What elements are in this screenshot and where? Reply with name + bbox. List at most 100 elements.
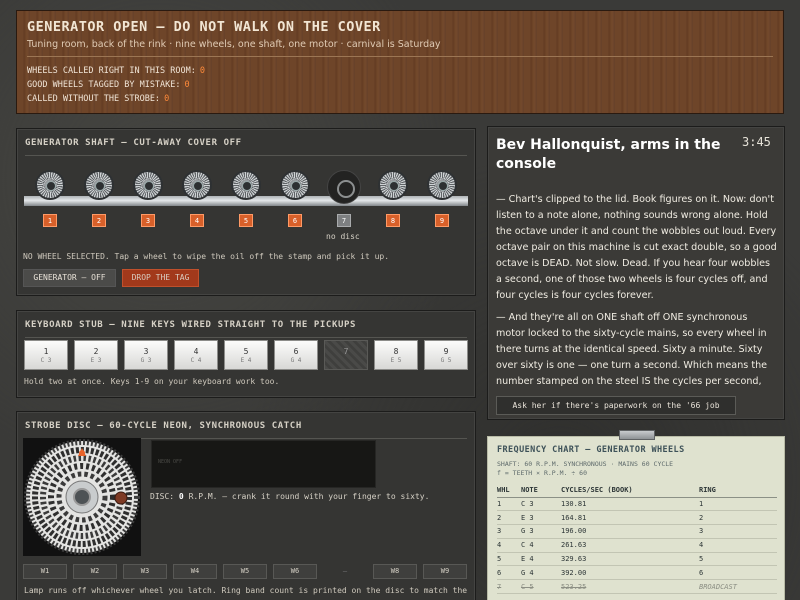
stat-value: 0 <box>184 80 190 90</box>
latch-wheel-7-empty: — <box>342 567 348 575</box>
key-number: 6 <box>293 347 299 356</box>
tone-wheel-5[interactable] <box>231 170 261 200</box>
cell: 164.81 <box>561 510 699 526</box>
cell: 130.81 <box>561 497 699 512</box>
tone-wheel-1[interactable] <box>35 170 65 200</box>
table-row: 5E 4 329.63 5 <box>497 552 777 567</box>
header-panel: GENERATOR OPEN — DO NOT WALK ON THE COVE… <box>16 10 784 114</box>
column-header: CYCLES/SEC (BOOK) <box>561 483 699 498</box>
cell: 329.63 <box>561 552 699 567</box>
key-note: C 4 <box>190 357 202 364</box>
key-number: 3 <box>143 347 149 356</box>
tone-wheel-4[interactable] <box>182 170 212 200</box>
tone-wheel-9[interactable] <box>427 170 457 200</box>
key-note: G 5 <box>440 357 452 364</box>
wheel-number: 5 <box>239 214 253 227</box>
key-8[interactable]: 8E 5 <box>374 340 418 370</box>
latch-wheel-1-button[interactable]: W1 <box>23 564 67 579</box>
generator-toggle-button[interactable]: GENERATOR — OFF <box>23 269 116 287</box>
cell: 196.00 <box>561 524 699 539</box>
key-7-dead[interactable]: 7 <box>324 340 368 370</box>
cell: 1 <box>699 497 777 512</box>
neon-lamp-window: NEON OFF <box>151 440 376 488</box>
strobe-disc[interactable] <box>23 438 141 556</box>
strobe-hint: Lamp runs off whichever wheel you latch.… <box>24 586 468 595</box>
wheel-number: 7 <box>337 214 351 227</box>
dialogue-choice-button[interactable]: Ask her if there's paperwork on the '66 … <box>496 396 736 415</box>
dialogue-paragraph: — And they're all on ONE shaft off ONE s… <box>496 312 768 387</box>
empty-wheel-slot-7[interactable] <box>327 170 361 204</box>
stat-row: WHEELS CALLED RIGHT IN THIS ROOM: 0 <box>27 64 773 78</box>
cell: 523.25 <box>561 579 699 595</box>
key-1[interactable]: 1C 3 <box>24 340 68 370</box>
cell: G 3 <box>521 524 561 539</box>
key-note: C 3 <box>40 357 52 364</box>
page-subtitle: Tuning room, back of the rink · nine whe… <box>27 39 441 50</box>
table-header-row: WHL NOTE CYCLES/SEC (BOOK) RING <box>497 483 777 498</box>
key-number: 7 <box>343 347 349 356</box>
cell: 2 <box>497 510 521 526</box>
column-header: RING <box>699 483 777 498</box>
latch-wheel-6-button[interactable]: W6 <box>273 564 317 579</box>
frequency-chart: FREQUENCY CHART — GENERATOR WHEELS SHAFT… <box>487 436 785 600</box>
divider <box>25 155 467 156</box>
cell: 4 <box>699 538 777 553</box>
drop-tag-button[interactable]: DROP THE TAG <box>122 269 199 287</box>
key-note: G 3 <box>140 357 152 364</box>
frequency-table: WHL NOTE CYCLES/SEC (BOOK) RING 1C 3 130.… <box>497 483 777 595</box>
tone-wheel-6[interactable] <box>280 170 310 200</box>
stat-row: GOOD WHEELS TAGGED BY MISTAKE: 0 <box>27 78 773 92</box>
keyboard-title: KEYBOARD STUB — NINE KEYS WIRED STRAIGHT… <box>25 320 357 330</box>
key-note: G 4 <box>290 357 302 364</box>
cell: E 3 <box>521 510 561 526</box>
tone-wheel-3[interactable] <box>133 170 163 200</box>
rpm-text: R.P.M. — crank it round with your finger… <box>188 492 430 501</box>
stat-label: WHEELS CALLED RIGHT IN THIS ROOM: <box>27 66 196 76</box>
latch-wheel-5-button[interactable]: W5 <box>223 564 267 579</box>
key-5[interactable]: 5E 4 <box>224 340 268 370</box>
strobe-title: STROBE DISC — 60-CYCLE NEON, SYNCHRONOUS… <box>25 421 302 431</box>
column-header: NOTE <box>521 483 561 498</box>
key-3[interactable]: 3G 3 <box>124 340 168 370</box>
stat-label: GOOD WHEELS TAGGED BY MISTAKE: <box>27 80 181 90</box>
chart-formula: f = TEETH × R.P.M. ÷ 60 <box>497 469 588 477</box>
cell: 6 <box>497 565 521 581</box>
strobe-disc-graphic <box>24 439 140 555</box>
wheel-number: 9 <box>435 214 449 227</box>
key-4[interactable]: 4C 4 <box>174 340 218 370</box>
rpm-value: 0 <box>178 492 184 501</box>
key-6[interactable]: 6G 4 <box>274 340 318 370</box>
cell: C 4 <box>521 538 561 553</box>
chart-subtitle: SHAFT: 60 R.P.M. SYNCHRONOUS · MAINS 60 … <box>497 460 674 468</box>
dialogue-text[interactable]: — Chart's clipped to the lid. Book figur… <box>496 192 778 388</box>
tone-wheel-8[interactable] <box>378 170 408 200</box>
key-9[interactable]: 9G 5 <box>424 340 468 370</box>
key-number: 8 <box>393 347 399 356</box>
cell: 3 <box>497 524 521 539</box>
stat-row: CALLED WITHOUT THE STROBE: 0 <box>27 92 773 106</box>
cell: C 5 <box>521 579 561 595</box>
key-number: 1 <box>43 347 49 356</box>
latch-wheel-9-button[interactable]: W9 <box>423 564 467 579</box>
latch-wheel-4-button[interactable]: W4 <box>173 564 217 579</box>
latch-wheel-8-button[interactable]: W8 <box>373 564 417 579</box>
cell: C 3 <box>521 497 561 512</box>
header-divider <box>27 56 773 57</box>
latch-wheel-3-button[interactable]: W3 <box>123 564 167 579</box>
cell-annotation: BROADCAST <box>699 579 777 595</box>
key-note: E 3 <box>90 357 102 364</box>
latch-wheel-2-button[interactable]: W2 <box>73 564 117 579</box>
table-row: 6G 4 392.00 6 <box>497 565 777 581</box>
table-row-struck: 7C 5 523.25 BROADCAST <box>497 579 777 595</box>
wheel-number: 6 <box>288 214 302 227</box>
cell: 261.63 <box>561 538 699 553</box>
cell: 1 <box>497 497 521 512</box>
page-title: GENERATOR OPEN — DO NOT WALK ON THE COVE… <box>27 19 381 35</box>
generator-title: GENERATOR SHAFT — CUT-AWAY COVER OFF <box>25 138 242 148</box>
tone-wheel-2[interactable] <box>84 170 114 200</box>
wheel-number: 3 <box>141 214 155 227</box>
key-2[interactable]: 2E 3 <box>74 340 118 370</box>
wheel-number: 2 <box>92 214 106 227</box>
disc-rpm-readout: DISC: 0 R.P.M. — crank it round with you… <box>150 492 429 501</box>
cell: G 4 <box>521 565 561 581</box>
